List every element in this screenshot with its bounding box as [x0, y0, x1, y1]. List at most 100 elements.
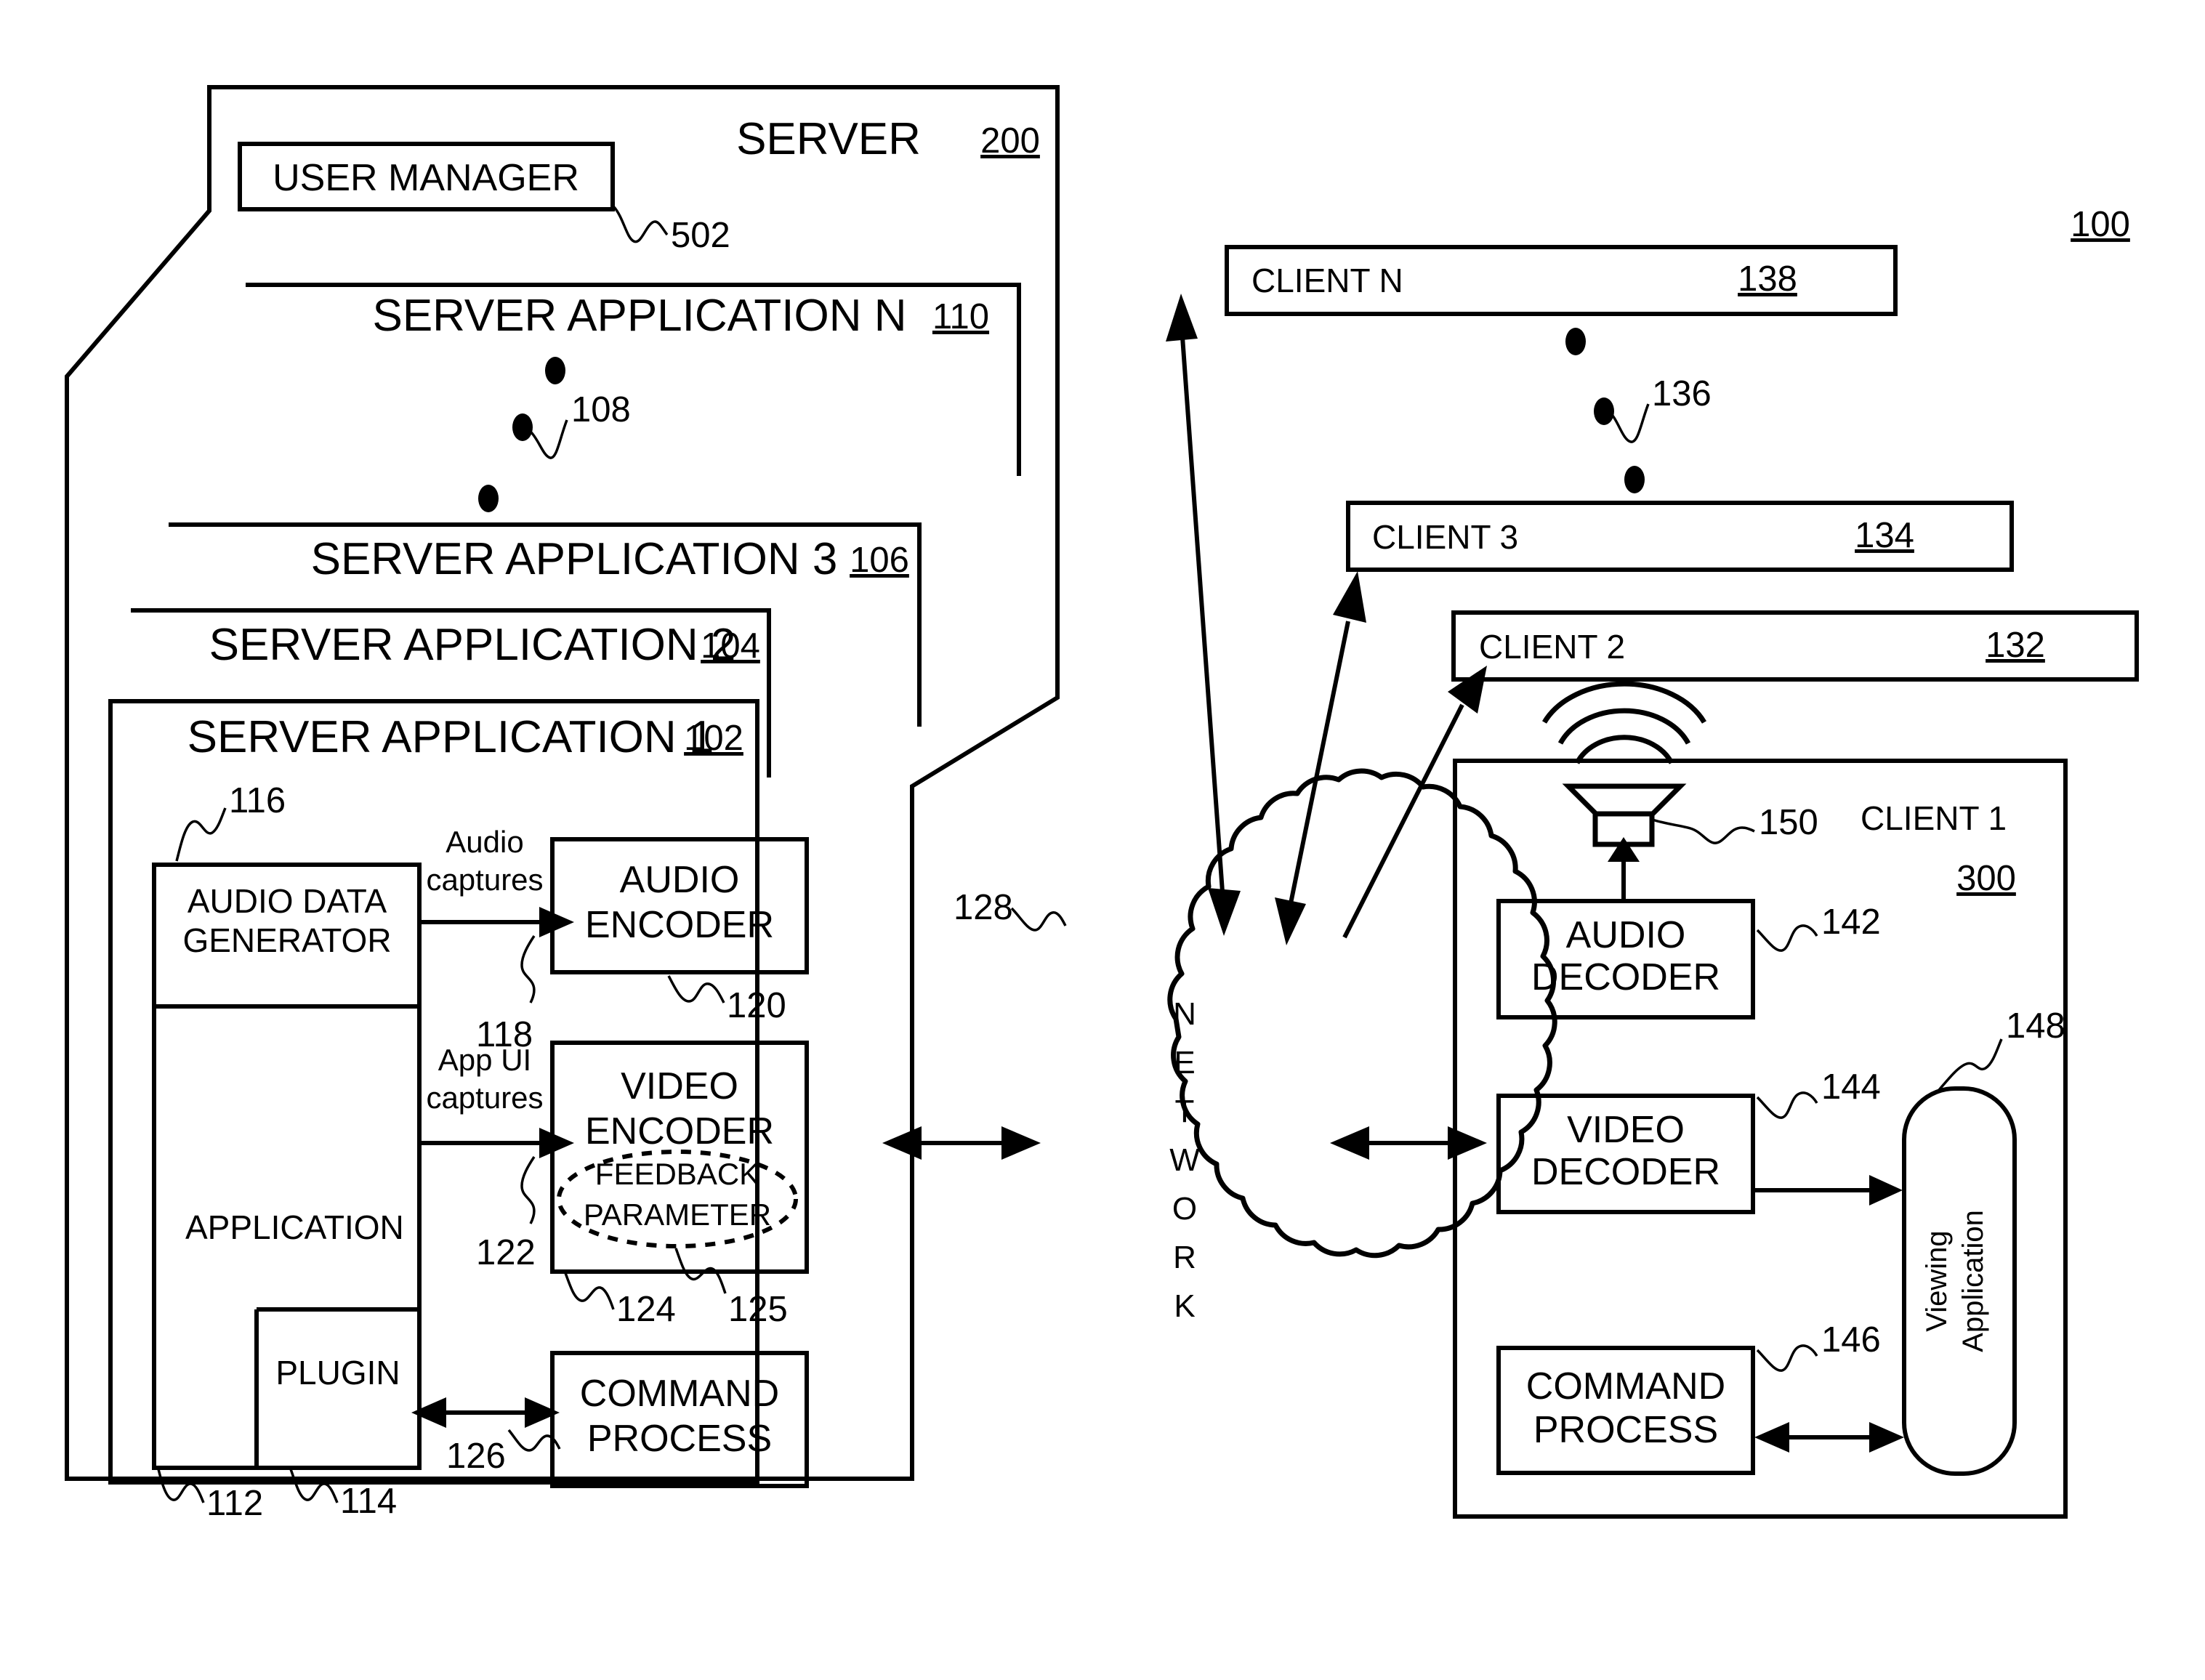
- server-app-2-ref: 104: [701, 626, 760, 666]
- feedback-parameter-label-2: PARAMETER: [584, 1198, 771, 1232]
- user-manager-leader: [613, 206, 669, 243]
- appui-captures-label-2: captures: [426, 1081, 543, 1115]
- audio-encoder-leader: [667, 975, 725, 1003]
- audio-data-generator-ref: 116: [229, 781, 286, 820]
- audio-captures-label-2: captures: [426, 863, 543, 897]
- audio-encoder-ref: 120: [727, 986, 786, 1025]
- viewing-application-label-1: Viewing: [1921, 1230, 1953, 1331]
- application-outer-leader: [157, 1469, 205, 1503]
- server-app-n-label: SERVER APPLICATION N: [372, 291, 906, 341]
- clients-ellipsis: 136: [1565, 328, 1712, 493]
- viewing-application-ref: 148: [2006, 1006, 2065, 1046]
- speaker-arc-outer: [1541, 681, 1707, 724]
- speaker-leader: [1652, 818, 1755, 844]
- appui-captures-ref: 122: [476, 1233, 536, 1272]
- ellipsis-leader: [530, 419, 568, 459]
- clientn-arrowhead-top: [1166, 294, 1198, 342]
- server-app-3-label: SERVER APPLICATION 3: [311, 534, 838, 584]
- ellipsis-dot-2: [512, 413, 533, 441]
- server-command-process-label-2: PROCESS: [587, 1418, 772, 1460]
- speaker-cone-icon: [1562, 783, 1687, 818]
- video-encoder-label-2: ENCODER: [585, 1110, 774, 1152]
- plugin-leader: [289, 1469, 339, 1503]
- network-letter-6: K: [1174, 1288, 1195, 1324]
- client-command-process-block[interactable]: COMMAND PROCESS 146: [1496, 1320, 1904, 1475]
- speaker-group: 150: [1541, 681, 1818, 901]
- video-decoder-ref: 144: [1821, 1067, 1881, 1107]
- client-2-block[interactable]: CLIENT 2 132: [1451, 610, 2139, 682]
- audio-decoder-label-1: AUDIO: [1566, 914, 1686, 956]
- audio-data-generator-label-2: GENERATOR: [182, 921, 391, 959]
- video-decoder-to-viewer-arrowhead: [1869, 1175, 1903, 1206]
- figure-ref-label: 100: [2071, 205, 2130, 244]
- network-clientn-link: [1166, 294, 1241, 936]
- video-decoder-label-2: DECODER: [1531, 1151, 1720, 1193]
- client-command-process-ref: 146: [1821, 1320, 1881, 1360]
- user-manager-label: USER MANAGER: [273, 157, 579, 199]
- video-decoder-leader: [1756, 1091, 1818, 1119]
- client-command-leader: [1756, 1344, 1818, 1372]
- audio-captures-leader: [520, 935, 536, 1003]
- server-network-link: [882, 1126, 1041, 1160]
- server-title: SERVER: [736, 114, 921, 164]
- server-command-process-ref: 126: [446, 1437, 506, 1476]
- feedback-parameter-ref: 125: [728, 1290, 788, 1329]
- server-apps-ellipsis: 108: [478, 357, 631, 512]
- audio-decoder-ref: 142: [1821, 902, 1881, 942]
- server-application-n[interactable]: SERVER APPLICATION N 110: [246, 283, 1021, 476]
- server-app-1-ref: 102: [684, 719, 743, 758]
- video-encoder-block[interactable]: VIDEO ENCODER FEEDBACK PARAMETER 124 125: [550, 1041, 809, 1329]
- audio-decoder-block[interactable]: AUDIO DECODER 142: [1496, 899, 1881, 1019]
- client-3-block[interactable]: CLIENT 3 134: [1346, 501, 2014, 572]
- network-clientn-line: [1180, 326, 1225, 902]
- viewing-application-leader: [1938, 1038, 2003, 1091]
- audio-decoder-label-2: DECODER: [1531, 956, 1720, 998]
- audio-encoder-label-2: ENCODER: [585, 904, 774, 946]
- appui-captures-label-1: App UI: [438, 1043, 531, 1077]
- patent-diagram: 100 SERVER 200 USER MANAGER 502 SERVER A…: [65, 85, 2139, 1523]
- client-3-label: CLIENT 3: [1372, 518, 1518, 556]
- client-ellipsis-dot-3: [1624, 466, 1645, 493]
- server-command-process-label-1: COMMAND: [580, 1373, 779, 1415]
- server-app-2-label: SERVER APPLICATION 2: [209, 620, 736, 670]
- video-decoder-block[interactable]: VIDEO DECODER 144: [1496, 1067, 1903, 1214]
- server-network-arrowhead-left: [882, 1126, 922, 1160]
- client-n-label: CLIENT N: [1251, 262, 1403, 299]
- user-manager-block[interactable]: USER MANAGER 502: [238, 142, 730, 255]
- application-block[interactable]: AUDIO DATA GENERATOR APPLICATION PLUGIN …: [152, 863, 422, 1523]
- clients-ellipsis-ref: 136: [1652, 374, 1712, 413]
- audio-data-generator-label-1: AUDIO DATA: [188, 882, 387, 920]
- video-encoder-leader: [564, 1272, 615, 1310]
- server-ref: 200: [980, 121, 1040, 161]
- client-ellipsis-dot-2: [1594, 397, 1614, 425]
- viewing-application-block[interactable]: Viewing Application 148: [1902, 1006, 2065, 1476]
- speaker-ref: 150: [1759, 803, 1818, 842]
- appui-captures-arrowhead: [539, 1128, 574, 1158]
- viewing-application-label-2: Application: [1957, 1210, 1989, 1352]
- client-command-arrowhead-right: [1869, 1422, 1904, 1453]
- application-outer-ref: 112: [206, 1484, 263, 1523]
- client-ellipsis-leader: [1611, 403, 1650, 443]
- client-2-ref: 132: [1986, 626, 2045, 665]
- video-encoder-label-1: VIDEO: [621, 1065, 738, 1107]
- video-decoder-label-1: VIDEO: [1567, 1109, 1685, 1151]
- client-command-process-label-1: COMMAND: [1526, 1365, 1725, 1408]
- client-2-label: CLIENT 2: [1479, 628, 1625, 666]
- appui-captures-leader: [520, 1156, 536, 1224]
- client-1-ref: 300: [1956, 859, 2016, 898]
- patent-figure-canvas: 100 SERVER 200 USER MANAGER 502 SERVER A…: [0, 0, 2205, 1680]
- audio-encoder-block[interactable]: AUDIO ENCODER 120: [550, 837, 809, 1025]
- server-apps-ellipsis-ref: 108: [571, 390, 631, 429]
- server-app-n-ref: 110: [932, 297, 989, 336]
- server-app-1-label: SERVER APPLICATION 1: [188, 712, 714, 762]
- audio-encoder-label-1: AUDIO: [620, 859, 740, 901]
- network-letter-3: W: [1169, 1142, 1200, 1178]
- network-letter-5: R: [1173, 1240, 1196, 1275]
- network-ref: 128: [954, 888, 1013, 927]
- plugin-ref: 114: [340, 1482, 397, 1521]
- server-command-process-block[interactable]: COMMAND PROCESS 126: [411, 1351, 809, 1488]
- client-n-ref: 138: [1738, 259, 1797, 299]
- client-n-block[interactable]: CLIENT N 138: [1225, 245, 1898, 316]
- server-command-arrowhead-left: [411, 1397, 446, 1428]
- network-leader: [1010, 907, 1067, 932]
